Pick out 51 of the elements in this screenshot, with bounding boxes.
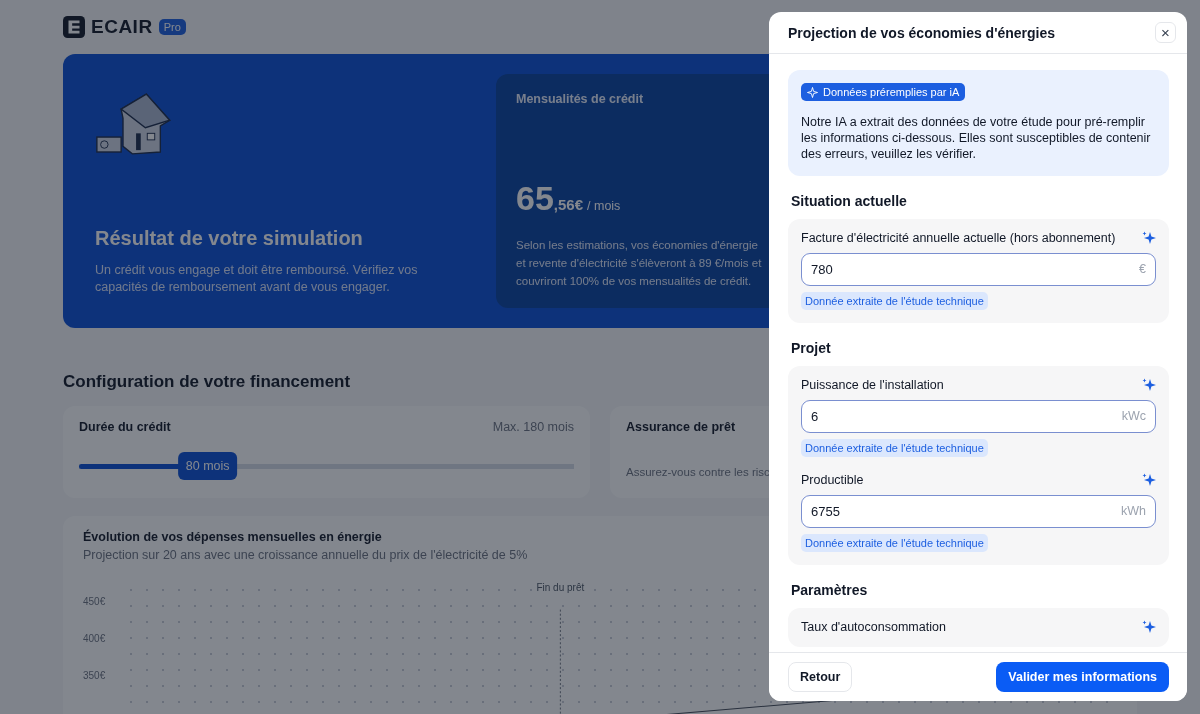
- input-field[interactable]: 780 €: [801, 252, 1156, 286]
- source-tag: Donnée extraite de l'étude technique: [801, 291, 988, 310]
- sparkle-icon: [807, 86, 818, 98]
- unit-label: €: [1139, 262, 1146, 276]
- field-label: Taux d'autoconsommation: [801, 619, 946, 634]
- payment-label: Mensualités de crédit: [516, 92, 644, 106]
- input-value: 6755: [811, 503, 840, 519]
- input-value: 6: [811, 408, 819, 424]
- sparkle-icon: [1142, 472, 1156, 487]
- back-button[interactable]: Retour: [788, 662, 853, 692]
- logo-icon: [63, 16, 85, 38]
- section-title: Configuration de votre financement: [63, 372, 351, 392]
- plan-badge: Pro: [158, 19, 186, 35]
- input-value: 780: [811, 261, 833, 277]
- ai-notice-text: Notre IA a extrait des données de votre étude pour pré-remplir les informations ci-dessous. Elles sont susceptibles de contenir des erreurs, veuillez les vérifier.: [801, 113, 1152, 162]
- field-label: Productible: [801, 472, 864, 487]
- duration-max: Max. 180 mois: [492, 420, 574, 434]
- unit-label: kWh: [1121, 504, 1146, 518]
- source-tag: Donnée extraite de l'étude technique: [801, 438, 988, 457]
- dialog-title: Projection de vos économies d'énergies: [788, 24, 1056, 41]
- chart-title: Évolution de vos dépenses mensuelles en énergie: [83, 530, 382, 544]
- axis-tick-label: 450€: [83, 596, 107, 607]
- field-label: Facture d'électricité annuelle actuelle (hors abonnement): [801, 230, 1116, 245]
- close-button[interactable]: ×: [1155, 22, 1176, 43]
- sparkle-icon: [1142, 377, 1156, 392]
- unit-label: kWc: [1121, 409, 1146, 423]
- marker-label: Fin du prêt: [536, 582, 585, 593]
- insurance-text: Assurez-vous contre les risc: [626, 466, 770, 478]
- payment-period: / mois: [587, 199, 621, 213]
- insurance-label: Assurance de prêt: [626, 420, 736, 434]
- input-field[interactable]: 6 kWc: [801, 399, 1156, 433]
- payment-cents: ,56€: [553, 196, 584, 213]
- input-field[interactable]: 6755 kWh: [801, 494, 1156, 528]
- section-heading: Paramètres: [791, 581, 869, 598]
- ai-badge-text: Données préremplies par iA: [823, 86, 960, 98]
- payment-note: Selon les estimations, vos économies d'énergie et revente d'électricité s'élèveront à 89 €/mois et couvriront 100% de vos mensualités de crédit.: [516, 238, 763, 289]
- axis-tick-label: 400€: [83, 633, 107, 644]
- chart-subtitle: Projection sur 20 ans avec une croissance annuelle du prix de l'électricité de 5%: [83, 548, 528, 562]
- brand-name: ECAIR: [91, 16, 153, 38]
- source-tag: Donnée extraite de l'étude technique: [801, 533, 988, 552]
- axis-tick-label: 350€: [83, 670, 107, 681]
- duration-label: Durée du crédit: [79, 420, 171, 434]
- payment-amount: 65: [516, 179, 554, 218]
- section-heading: Situation actuelle: [791, 192, 908, 209]
- banner-title: Résultat de votre simulation: [95, 227, 364, 250]
- sparkle-icon: [1142, 230, 1156, 245]
- section-heading: Projet: [791, 339, 832, 356]
- banner-text: Un crédit vous engage et doit être remboursé. Vérifiez vos capacités de remboursement avant de vous engager.: [95, 262, 419, 296]
- submit-button[interactable]: Valider mes informations: [996, 662, 1169, 692]
- sparkle-icon: [1142, 619, 1156, 634]
- field-label: Puissance de l'installation: [801, 377, 944, 392]
